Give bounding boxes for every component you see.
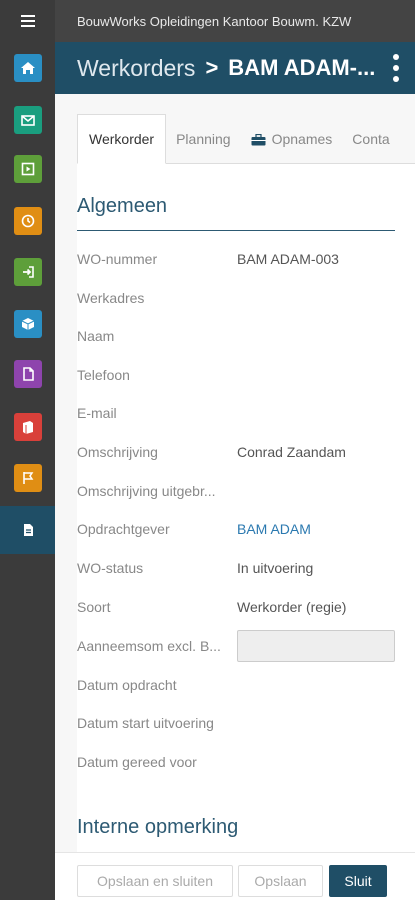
section-title-algemeen: Algemeen — [77, 195, 168, 217]
field-label: Werkadres — [77, 290, 145, 306]
sidebar-item-flag[interactable] — [0, 454, 55, 502]
field-label: Soort — [77, 599, 111, 615]
field-label: WO-nummer — [77, 251, 158, 267]
more-options-icon[interactable] — [391, 54, 401, 82]
breadcrumb-separator: > — [205, 55, 219, 80]
aanneemsom-input[interactable] — [237, 630, 395, 662]
field-label: Naam — [77, 328, 115, 344]
file-icon — [13, 360, 42, 388]
field-label: Omschrijving uitgebr... — [77, 483, 216, 499]
page-title: BAM ADAM-... — [228, 55, 376, 80]
breadcrumb: Werkorders > BAM ADAM-... — [55, 42, 415, 94]
mail-icon — [13, 106, 42, 134]
sidebar-item-book[interactable] — [0, 403, 55, 451]
sidebar-item-signin[interactable] — [0, 248, 55, 296]
field-label: Datum opdracht — [77, 677, 177, 693]
field-wo-nummer: WO-nummer BAM ADAM-003 — [77, 247, 415, 271]
field-omschrijving: Omschrijving Conrad Zaandam — [77, 440, 415, 464]
document-icon — [14, 516, 42, 544]
tab-contacts[interactable]: Conta — [342, 115, 399, 163]
close-button[interactable]: Sluit — [329, 865, 387, 897]
clock-icon — [13, 207, 42, 235]
field-label: Omschrijving — [77, 444, 158, 460]
field-naam: Naam — [77, 324, 415, 348]
flag-icon — [13, 464, 42, 492]
field-omschrijving-uitgebreid: Omschrijving uitgebr... — [77, 479, 415, 503]
sidebar — [0, 0, 55, 900]
briefcase-icon — [251, 133, 266, 146]
form-footer: Opslaan en sluiten Opslaan Sluit — [55, 852, 415, 900]
field-datum-opdracht: Datum opdracht — [77, 673, 415, 697]
field-wo-status: WO-status In uitvoering — [77, 556, 415, 580]
tab-werkorder[interactable]: Werkorder — [77, 114, 167, 164]
sidebar-item-mail[interactable] — [0, 96, 55, 144]
tab-opnames[interactable]: Opnames — [241, 115, 343, 163]
breadcrumb-parent-link[interactable]: Werkorders — [77, 55, 195, 82]
field-email: E-mail — [77, 401, 415, 425]
hamburger-icon[interactable] — [0, 0, 55, 42]
book-icon — [13, 413, 42, 441]
field-label: Opdrachtgever — [77, 521, 170, 537]
field-label: Datum start uitvoering — [77, 715, 214, 731]
tab-bar: Werkorder Planning Opnames Conta — [77, 114, 415, 164]
field-label: Aanneemsom excl. B... — [77, 638, 221, 654]
sidebar-item-home[interactable] — [0, 44, 55, 92]
field-label: E-mail — [77, 405, 117, 421]
client-link[interactable]: BAM ADAM — [237, 521, 311, 537]
field-value: BAM ADAM-003 — [237, 251, 339, 267]
sidebar-item-media[interactable] — [0, 145, 55, 193]
field-telefoon: Telefoon — [77, 363, 415, 387]
section-divider — [77, 230, 395, 231]
field-datum-gereed: Datum gereed voor — [77, 750, 415, 774]
workorder-form: Algemeen WO-nummer BAM ADAM-003 Werkadre… — [77, 164, 415, 852]
sidebar-item-workorders[interactable] — [0, 506, 55, 554]
field-label: Datum gereed voor — [77, 754, 197, 770]
sidebar-item-files[interactable] — [0, 350, 55, 398]
field-aanneemsom: Aanneemsom excl. B... — [77, 630, 415, 662]
tab-opnames-label: Opnames — [271, 131, 333, 147]
section-title-interne-opmerking: Interne opmerking — [77, 816, 239, 838]
save-and-close-button[interactable]: Opslaan en sluiten — [77, 865, 233, 897]
home-icon — [13, 54, 42, 82]
field-datum-start: Datum start uitvoering — [77, 711, 415, 735]
save-button[interactable]: Opslaan — [238, 865, 323, 897]
field-value: Werkorder (regie) — [237, 599, 347, 615]
field-opdrachtgever: Opdrachtgever BAM ADAM — [77, 517, 415, 541]
sidebar-item-time[interactable] — [0, 197, 55, 245]
app-title: BouwWorks Opleidingen Kantoor Bouwm. KZW — [55, 0, 415, 42]
field-soort: Soort Werkorder (regie) — [77, 595, 415, 619]
field-label: Telefoon — [77, 367, 130, 383]
play-icon — [13, 155, 42, 183]
sign-in-icon — [13, 258, 42, 286]
field-value: Conrad Zaandam — [237, 444, 346, 460]
main-content: Werkorder Planning Opnames Conta Algemee… — [55, 94, 415, 852]
tab-planning[interactable]: Planning — [166, 115, 241, 163]
sidebar-item-products[interactable] — [0, 300, 55, 348]
cube-icon — [13, 310, 42, 338]
field-label: WO-status — [77, 560, 144, 576]
field-werkadres: Werkadres — [77, 286, 415, 310]
status-value: In uitvoering — [237, 560, 314, 576]
